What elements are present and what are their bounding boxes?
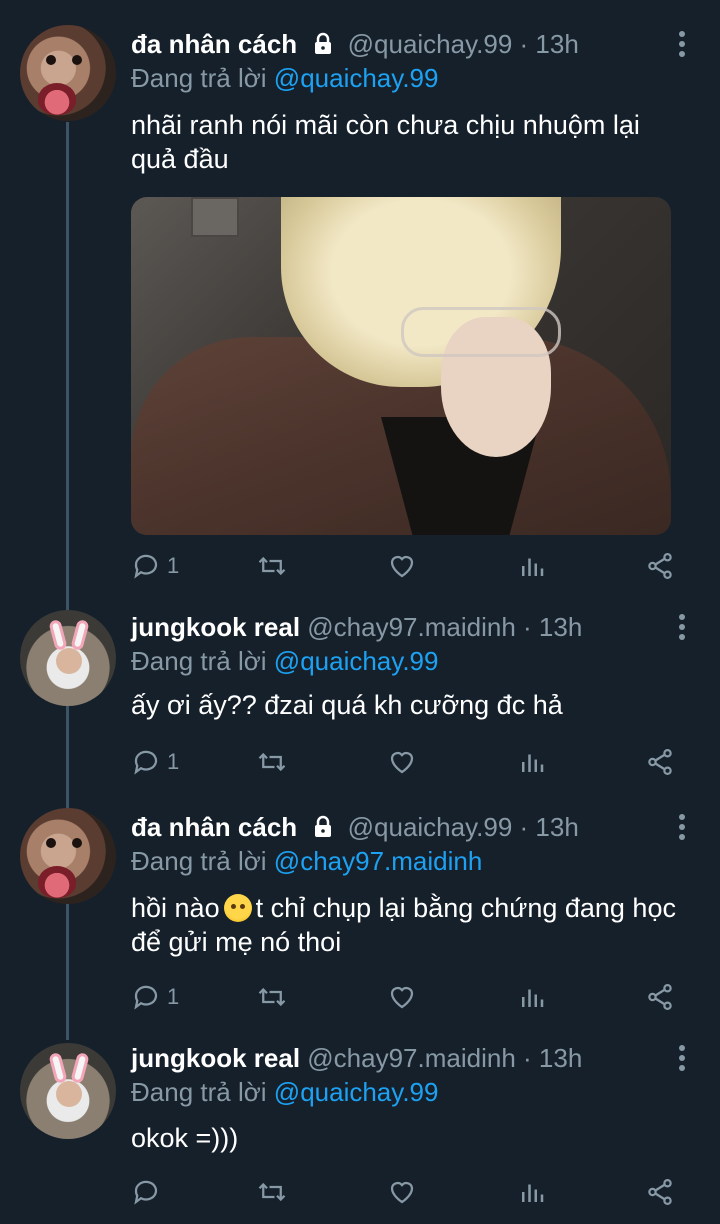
heart-icon (390, 1181, 414, 1204)
heart-icon (390, 751, 414, 774)
angry-face-emoji (223, 894, 252, 922)
more-vertical-icon[interactable] (678, 1044, 686, 1072)
like-button[interactable] (387, 977, 417, 1017)
avatar[interactable] (20, 808, 116, 904)
reply-prefix: Đang trả lời (131, 63, 267, 93)
avatar[interactable] (20, 25, 116, 121)
reply-icon (134, 750, 158, 775)
tweet-header: đa nhân cách @quaichay.99 · 13h (131, 28, 579, 60)
reply-icon (134, 554, 158, 579)
lock-icon (315, 32, 332, 54)
reply-prefix: Đang trả lời (131, 646, 267, 676)
tweet-photo[interactable] (131, 197, 671, 535)
share-button[interactable] (645, 742, 675, 782)
display-name[interactable]: jungkook real (131, 1043, 300, 1073)
action-bar: 1 (0, 977, 720, 1017)
replying-to: Đang trả lời @quaichay.99 (131, 645, 438, 677)
tweet-text: hồi nào t chỉ chụp lại bằng chứng đang họ… (131, 891, 691, 959)
like-button[interactable] (387, 546, 417, 586)
retweet-button[interactable] (257, 742, 287, 782)
reply-count: 1 (167, 984, 180, 1009)
tweet-header: jungkook real @chay97.maidinh · 13h (131, 611, 582, 643)
tweet-text-start: hồi nào (131, 893, 220, 923)
more-vertical-icon[interactable] (678, 30, 686, 58)
analytics-button[interactable] (517, 546, 547, 586)
heart-icon (390, 555, 414, 578)
share-button[interactable] (645, 1172, 675, 1212)
user-handle[interactable]: @quaichay.99 (348, 29, 513, 59)
replying-to: Đang trả lời @quaichay.99 (131, 62, 438, 94)
analytics-button[interactable] (517, 742, 547, 782)
analytics-icon (522, 558, 544, 576)
reply-count: 1 (167, 553, 180, 578)
display-name[interactable]: đa nhân cách (131, 812, 297, 842)
like-button[interactable] (387, 742, 417, 782)
analytics-button[interactable] (517, 1172, 547, 1212)
share-icon (648, 553, 672, 579)
action-bar (0, 1172, 720, 1212)
reply-mention[interactable]: @quaichay.99 (274, 646, 439, 676)
replying-to: Đang trả lời @quaichay.99 (131, 1076, 438, 1108)
share-button[interactable] (645, 977, 675, 1017)
action-bar: 1 (0, 742, 720, 782)
tweet-header: jungkook real @chay97.maidinh · 13h (131, 1042, 582, 1074)
reply-count: 1 (167, 749, 180, 774)
reply-icon (134, 985, 158, 1010)
more-vertical-icon[interactable] (678, 813, 686, 841)
share-icon (648, 749, 672, 775)
reply-mention[interactable]: @quaichay.99 (274, 63, 439, 93)
tweet-header: đa nhân cách @quaichay.99 · 13h (131, 811, 579, 843)
analytics-icon (522, 1184, 544, 1202)
tweet-text: nhãi ranh nói mãi còn chưa chịu nhuộm lạ… (131, 110, 640, 174)
analytics-button[interactable] (517, 977, 547, 1017)
more-vertical-icon[interactable] (678, 613, 686, 641)
retweet-icon (258, 987, 286, 1007)
retweet-icon (258, 752, 286, 772)
heart-icon (390, 986, 414, 1009)
user-handle[interactable]: @quaichay.99 (348, 812, 513, 842)
reply-button[interactable]: 1 (131, 546, 179, 586)
retweet-button[interactable] (257, 546, 287, 586)
display-name[interactable]: jungkook real (131, 612, 300, 642)
share-button[interactable] (645, 546, 675, 586)
lock-icon (315, 815, 332, 837)
reply-button[interactable]: 1 (131, 742, 179, 782)
user-handle[interactable]: @chay97.maidinh (307, 1043, 516, 1073)
reply-mention[interactable]: @quaichay.99 (274, 1077, 439, 1107)
like-button[interactable] (387, 1172, 417, 1212)
retweet-icon (258, 556, 286, 576)
timestamp[interactable]: · 13h (520, 812, 579, 842)
action-bar: 1 (0, 546, 720, 586)
replying-to: Đang trả lời @chay97.maidinh (131, 845, 482, 877)
avatar[interactable] (20, 1043, 116, 1139)
reply-button[interactable]: 1 (131, 977, 179, 1017)
share-icon (648, 984, 672, 1010)
timestamp[interactable]: · 13h (520, 29, 579, 59)
retweet-icon (258, 1182, 286, 1202)
reply-prefix: Đang trả lời (131, 846, 267, 876)
display-name[interactable]: đa nhân cách (131, 29, 297, 59)
retweet-button[interactable] (257, 977, 287, 1017)
reply-icon (134, 1180, 158, 1205)
analytics-icon (522, 754, 544, 772)
reply-button[interactable] (131, 1172, 167, 1212)
reply-mention[interactable]: @chay97.maidinh (274, 846, 483, 876)
user-handle[interactable]: @chay97.maidinh (307, 612, 516, 642)
analytics-icon (522, 989, 544, 1007)
retweet-button[interactable] (257, 1172, 287, 1212)
timestamp[interactable]: · 13h (523, 612, 582, 642)
tweet-thread: đa nhân cách @quaichay.99 · 13h Đang trả… (0, 0, 720, 1224)
tweet-text: ấy ơi ấy?? đzai quá kh cưỡng đc hả (131, 690, 563, 720)
timestamp[interactable]: · 13h (523, 1043, 582, 1073)
share-icon (648, 1179, 672, 1205)
reply-prefix: Đang trả lời (131, 1077, 267, 1107)
tweet-text: okok =))) (131, 1123, 239, 1153)
avatar[interactable] (20, 610, 116, 706)
